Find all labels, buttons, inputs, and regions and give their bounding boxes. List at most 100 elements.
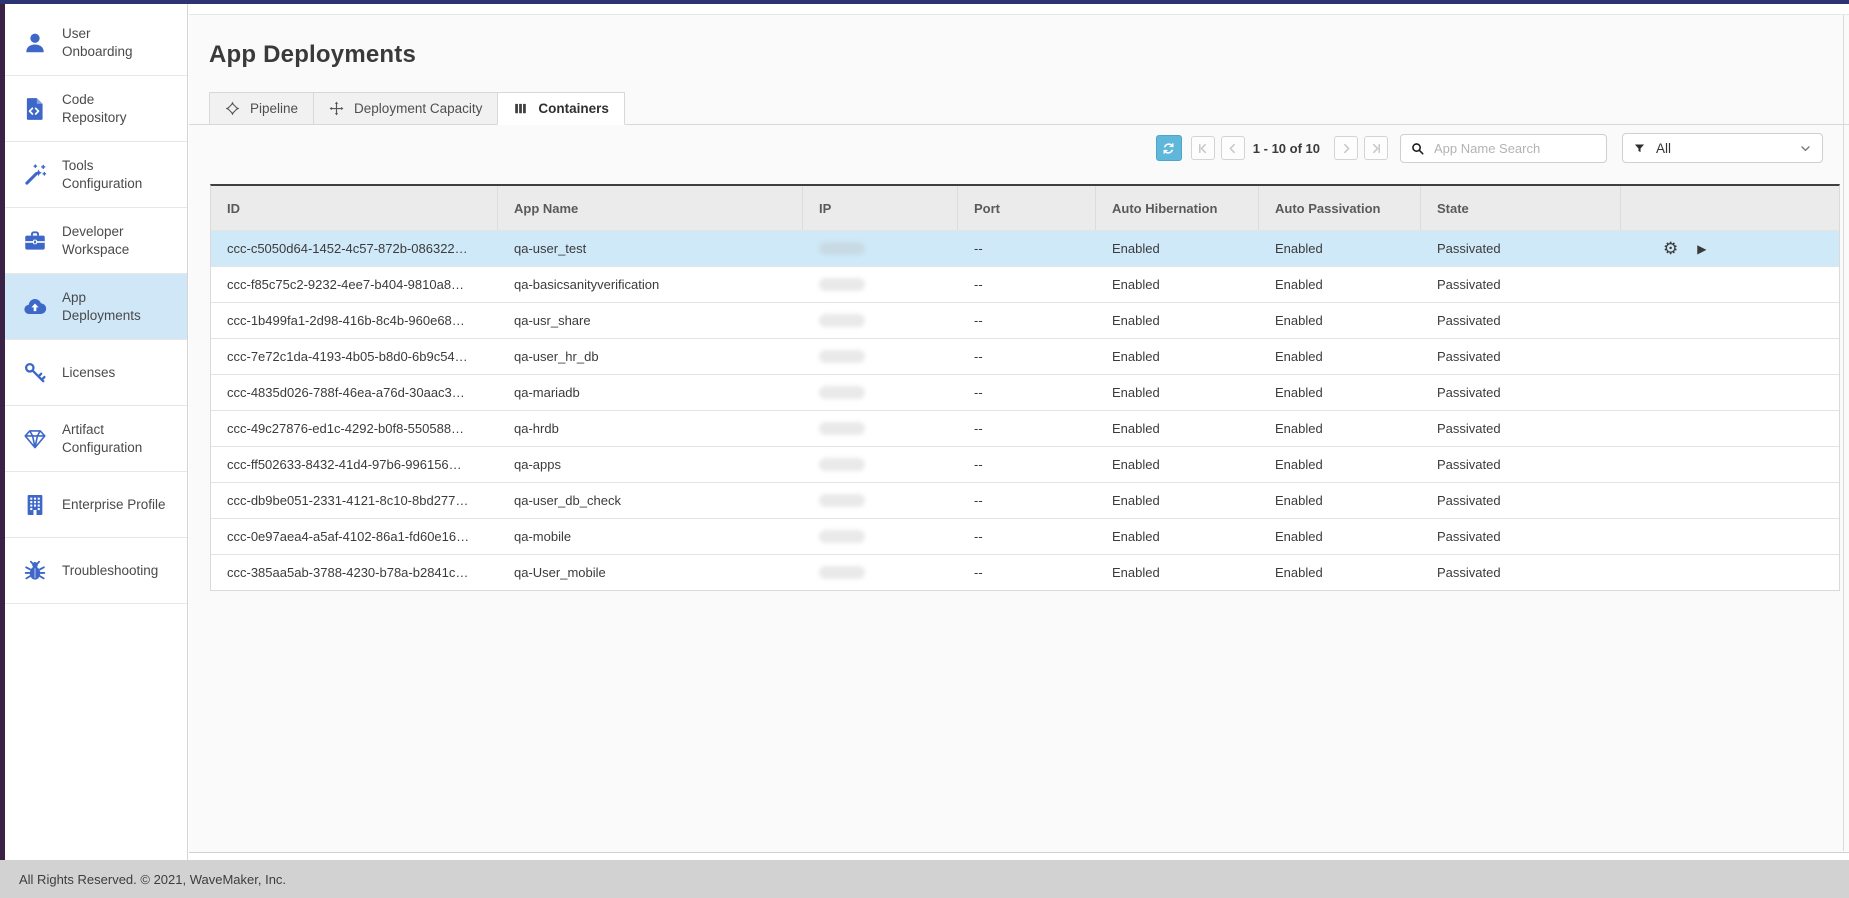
table-row[interactable]: ccc-1b499fa1-2d98-416b-8c4b-960e68… qa-u…	[211, 302, 1839, 338]
sidebar-item[interactable]: Tools Configuration	[5, 142, 187, 208]
table-row[interactable]: ccc-7e72c1da-4193-4b05-b8d0-6b9c54… qa-u…	[211, 338, 1839, 374]
column-header[interactable]: Port	[958, 186, 1096, 230]
sidebar-item-label: Troubleshooting	[62, 562, 158, 580]
cell-auto-passivation: Enabled	[1259, 339, 1421, 374]
columns-icon	[513, 101, 528, 116]
cell-port: --	[958, 483, 1096, 518]
cell-app-name: qa-usr_share	[498, 303, 803, 338]
last-page-button[interactable]	[1364, 136, 1388, 160]
cell-id: ccc-ff502633-8432-41d4-97b6-996156…	[211, 447, 498, 482]
sidebar-item[interactable]: Developer Workspace	[5, 208, 187, 274]
sidebar-item-label: Tools Configuration	[62, 157, 142, 193]
first-page-icon	[1196, 142, 1209, 155]
last-page-icon	[1370, 142, 1383, 155]
cell-auto-hibernation: Enabled	[1096, 303, 1259, 338]
cell-ip	[803, 375, 958, 410]
settings-gear-icon[interactable]: ⚙	[1663, 240, 1678, 257]
sidebar-item[interactable]: Licenses	[5, 340, 187, 406]
table-row[interactable]: ccc-49c27876-ed1c-4292-b0f8-550588… qa-h…	[211, 410, 1839, 446]
cell-id: ccc-f85c75c2-9232-4ee7-b404-9810a8…	[211, 267, 498, 302]
cell-ip	[803, 339, 958, 374]
cell-ip	[803, 231, 958, 266]
column-header[interactable]: Auto Passivation	[1259, 186, 1421, 230]
tab-label: Pipeline	[250, 101, 298, 116]
ip-blurred-value	[819, 386, 865, 399]
cell-actions: ⚙ ▶	[1621, 267, 1839, 302]
cell-state: Passivated	[1421, 483, 1621, 518]
cell-ip	[803, 483, 958, 518]
table-row[interactable]: ccc-c5050d64-1452-4c57-872b-086322… qa-u…	[211, 230, 1839, 266]
column-header[interactable]: ID	[211, 186, 498, 230]
cell-auto-hibernation: Enabled	[1096, 339, 1259, 374]
cell-state: Passivated	[1421, 339, 1621, 374]
cell-auto-hibernation: Enabled	[1096, 231, 1259, 266]
magic-wand-icon	[22, 162, 48, 188]
cell-port: --	[958, 231, 1096, 266]
tab[interactable]: Containers	[497, 92, 625, 125]
first-page-button[interactable]	[1191, 136, 1215, 160]
sidebar-item[interactable]: Enterprise Profile	[5, 472, 187, 538]
page-title: App Deployments	[209, 41, 416, 69]
cell-state: Passivated	[1421, 555, 1621, 590]
cell-auto-hibernation: Enabled	[1096, 447, 1259, 482]
search-input[interactable]	[1432, 140, 1597, 157]
column-header[interactable]: Auto Hibernation	[1096, 186, 1259, 230]
sidebar-item[interactable]: User Onboarding	[5, 10, 187, 76]
sidebar-item[interactable]: App Deployments	[5, 274, 187, 340]
filter-dropdown[interactable]: All	[1622, 133, 1823, 163]
previous-page-button[interactable]	[1221, 136, 1245, 160]
cell-auto-hibernation: Enabled	[1096, 555, 1259, 590]
table-row[interactable]: ccc-0e97aea4-a5af-4102-86a1-fd60e16… qa-…	[211, 518, 1839, 554]
cell-auto-passivation: Enabled	[1259, 303, 1421, 338]
tabs: Pipeline Deployment Capacity Containers	[209, 92, 625, 124]
sidebar-items: User Onboarding Code Repository Tools Co…	[5, 10, 187, 604]
cell-app-name: qa-mariadb	[498, 375, 803, 410]
refresh-button[interactable]	[1156, 135, 1182, 161]
cell-actions: ⚙ ▶	[1621, 483, 1839, 518]
table-row[interactable]: ccc-4835d026-788f-46ea-a76d-30aac3… qa-m…	[211, 374, 1839, 410]
sidebar: User Onboarding Code Repository Tools Co…	[5, 4, 188, 860]
sidebar-item[interactable]: Troubleshooting	[5, 538, 187, 604]
cell-actions: ⚙ ▶	[1621, 303, 1839, 338]
sidebar-item-label: Developer Workspace	[62, 223, 129, 259]
table-row[interactable]: ccc-db9be051-2331-4121-8c10-8bd277… qa-u…	[211, 482, 1839, 518]
tab[interactable]: Deployment Capacity	[313, 92, 497, 125]
cell-id: ccc-7e72c1da-4193-4b05-b8d0-6b9c54…	[211, 339, 498, 374]
code-repository-icon	[22, 96, 48, 122]
cell-port: --	[958, 303, 1096, 338]
sidebar-item[interactable]: Artifact Configuration	[5, 406, 187, 472]
cell-port: --	[958, 267, 1096, 302]
ip-blurred-value	[819, 458, 865, 471]
next-page-button[interactable]	[1334, 136, 1358, 160]
tab[interactable]: Pipeline	[209, 92, 313, 125]
cell-actions: ⚙ ▶	[1621, 339, 1839, 374]
user-icon	[22, 30, 48, 56]
building-icon	[22, 492, 48, 518]
cell-app-name: qa-basicsanityverification	[498, 267, 803, 302]
column-header[interactable]	[1621, 186, 1839, 230]
table-row[interactable]: ccc-ff502633-8432-41d4-97b6-996156… qa-a…	[211, 446, 1839, 482]
sidebar-item[interactable]: Code Repository	[5, 76, 187, 142]
table-row[interactable]: ccc-385aa5ab-3788-4230-b78a-b2841c… qa-U…	[211, 554, 1839, 590]
scrollbar-track[interactable]	[1843, 15, 1844, 851]
sidebar-item-label: Enterprise Profile	[62, 496, 166, 514]
sidebar-item-label: App Deployments	[62, 289, 141, 325]
table-row[interactable]: ccc-f85c75c2-9232-4ee7-b404-9810a8… qa-b…	[211, 266, 1839, 302]
ip-blurred-value	[819, 314, 865, 327]
cell-auto-passivation: Enabled	[1259, 267, 1421, 302]
tab-bar: Pipeline Deployment Capacity Containers	[189, 91, 1849, 125]
cell-auto-passivation: Enabled	[1259, 555, 1421, 590]
cell-auto-passivation: Enabled	[1259, 231, 1421, 266]
cell-app-name: qa-hrdb	[498, 411, 803, 446]
cell-auto-passivation: Enabled	[1259, 411, 1421, 446]
cell-actions: ⚙ ▶	[1621, 375, 1839, 410]
briefcase-icon	[22, 228, 48, 254]
start-play-icon[interactable]: ▶	[1697, 243, 1706, 255]
funnel-icon	[1633, 142, 1646, 155]
cell-ip	[803, 555, 958, 590]
column-header[interactable]: State	[1421, 186, 1621, 230]
cell-port: --	[958, 555, 1096, 590]
column-header[interactable]: App Name	[498, 186, 803, 230]
column-header[interactable]: IP	[803, 186, 958, 230]
cell-auto-passivation: Enabled	[1259, 483, 1421, 518]
